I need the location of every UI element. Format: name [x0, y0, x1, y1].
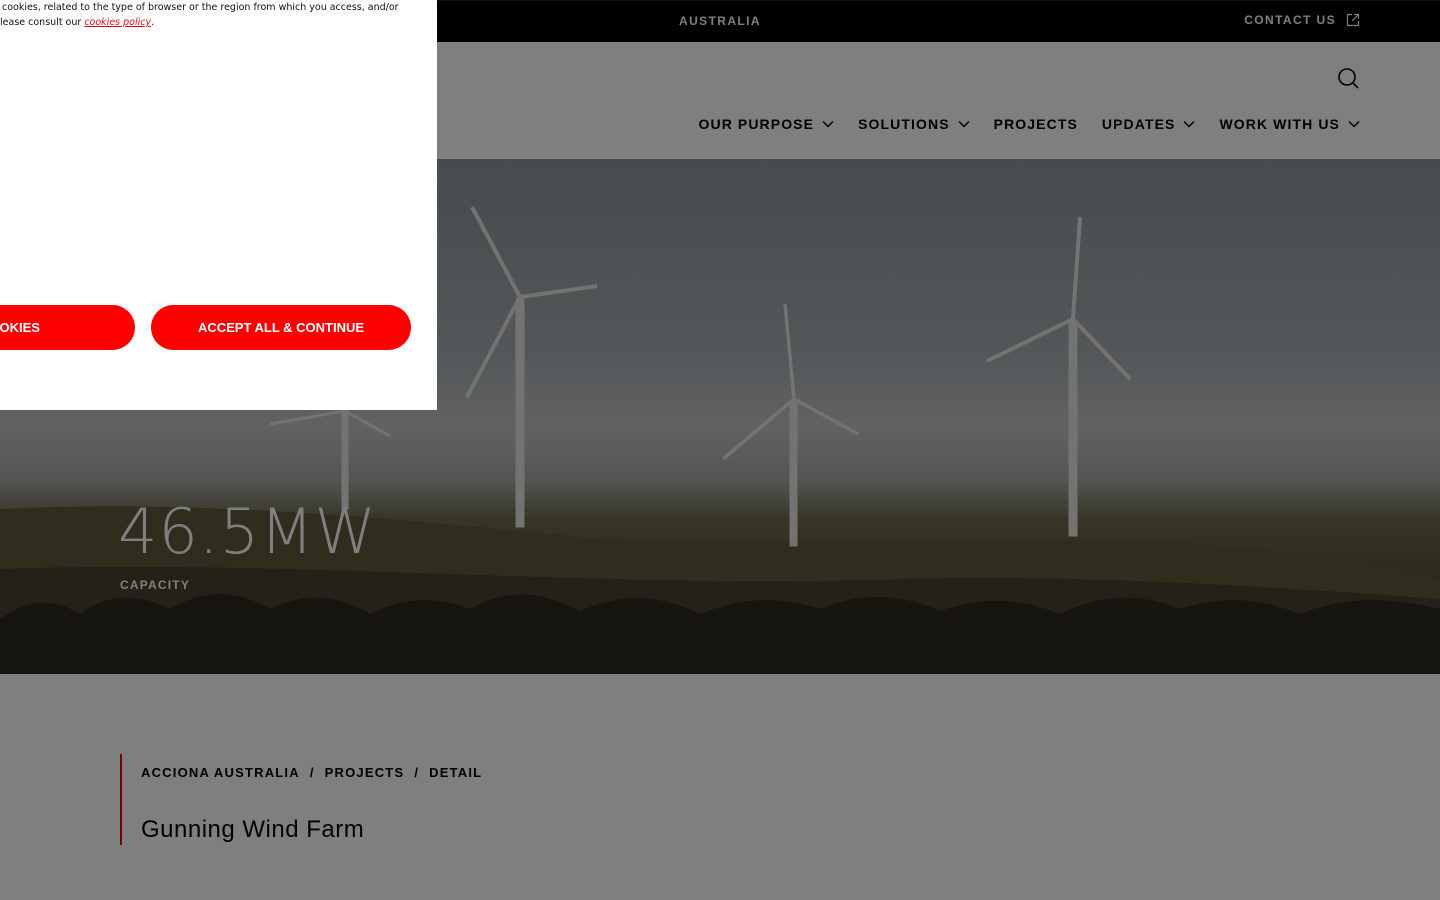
cookie-text-prefix: please consult our [0, 17, 85, 28]
cookie-text-line1: s cookies, related to the type of browse… [0, 2, 399, 13]
cookie-text-suffix: . [151, 17, 155, 28]
accept-all-button[interactable]: ACCEPT ALL & CONTINUE [151, 305, 411, 350]
cookie-settings-button[interactable]: COOKIES [0, 305, 135, 350]
cookie-banner: s cookies, related to the type of browse… [0, 0, 437, 410]
cookie-text: s cookies, related to the type of browse… [0, 0, 434, 30]
cookie-text-line2: please consult our cookies policy. [0, 15, 434, 30]
cookies-policy-link[interactable]: cookies policy [84, 17, 151, 28]
